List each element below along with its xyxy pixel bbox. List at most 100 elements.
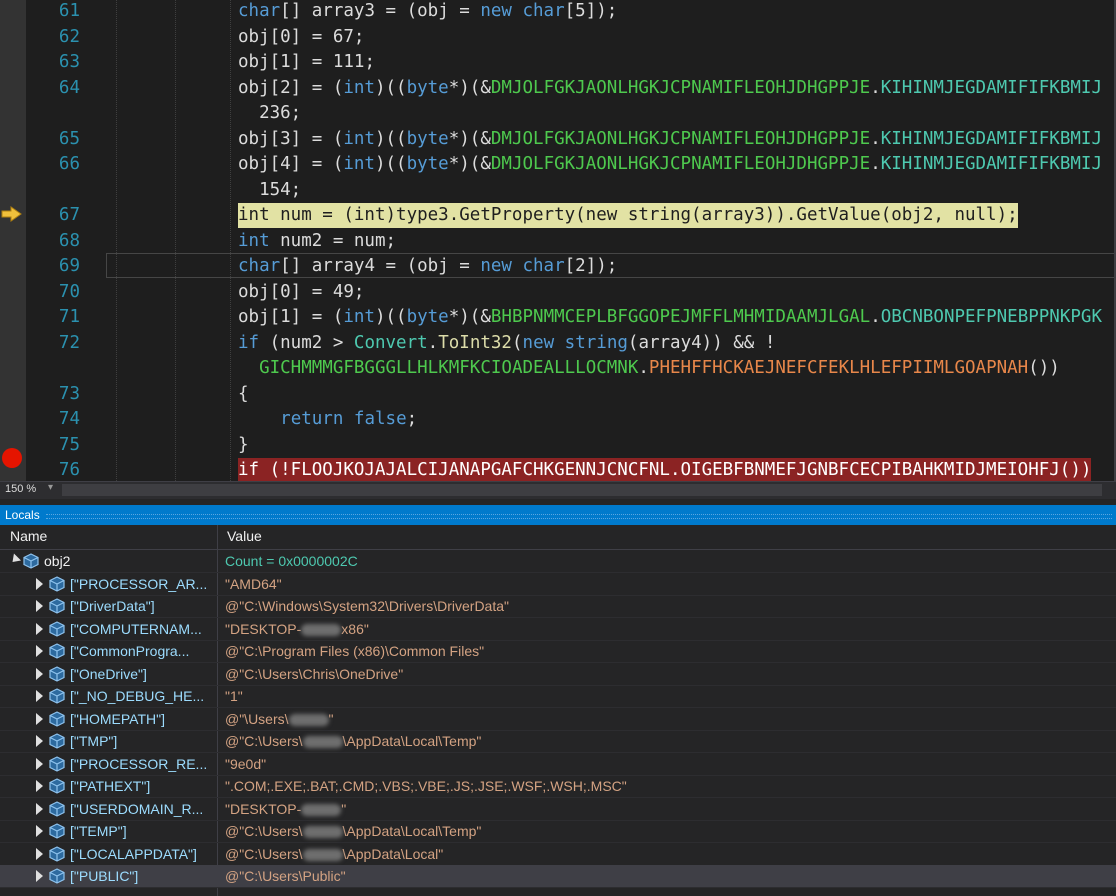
code-line[interactable]: 236; <box>238 101 301 126</box>
line-number <box>26 178 80 203</box>
code-line[interactable]: } <box>238 433 249 458</box>
variable-value[interactable]: Count = 0x0000002C <box>225 553 358 569</box>
code-line[interactable]: if (num2 > Convert.ToInt32(new string(ar… <box>238 331 775 356</box>
code-line[interactable]: char[] array4 = (obj = new char[2]); <box>238 254 617 279</box>
code-editor[interactable]: char[] array3 = (obj = new char[5]); obj[… <box>0 0 1116 481</box>
code-line[interactable]: { <box>238 382 249 407</box>
object-icon <box>49 665 65 682</box>
horizontal-scrollbar[interactable] <box>62 484 1102 496</box>
code-token: char <box>238 1 281 21</box>
indent-guide <box>175 0 176 481</box>
object-icon <box>49 778 65 794</box>
expand-arrow-icon[interactable] <box>36 690 43 702</box>
variable-value[interactable]: @"C:\Program Files (x86)\Common Files" <box>225 643 484 659</box>
locals-row[interactable]: ["PROCESSOR_RE... "9e0d" <box>0 753 1116 776</box>
code-token: obj[2] = ( <box>238 77 344 98</box>
indent-guide <box>116 0 117 481</box>
code-token: obj[1] = ( <box>238 307 344 327</box>
variable-value[interactable]: "9e0d" <box>225 756 266 772</box>
code-line[interactable]: char[] array3 = (obj = new char[5]); <box>238 0 617 24</box>
variable-value[interactable]: @"\Users\ " <box>225 711 334 727</box>
code-token: new <box>480 256 512 276</box>
variable-name: ["DriverData"] <box>70 598 155 614</box>
variable-value[interactable]: "DESKTOP- " <box>225 801 346 817</box>
variable-value[interactable]: "AMD64" <box>225 576 282 592</box>
expand-arrow-icon[interactable] <box>36 600 43 612</box>
code-line[interactable]: obj[0] = 49; <box>238 280 364 305</box>
code-token: . <box>427 332 439 353</box>
variable-value[interactable]: @"C:\Users\Public" <box>225 868 346 884</box>
locals-row[interactable]: ["PATHEXT"] ".COM;.EXE;.BAT;.CMD;.VBS;.VB… <box>0 775 1116 798</box>
code-line[interactable]: return false; <box>238 407 417 432</box>
variable-value[interactable]: "1" <box>225 688 243 704</box>
editor-status-bar: 150 % ▾ <box>0 481 1116 499</box>
locals-row[interactable]: ["TMP"] @"C:\Users\ \AppData\Local\Temp" <box>0 730 1116 753</box>
locals-title-bar[interactable]: Locals <box>0 505 1116 525</box>
line-number <box>26 356 80 381</box>
zoom-level[interactable]: 150 % <box>5 483 36 495</box>
expand-arrow-icon[interactable] <box>36 870 43 882</box>
locals-row[interactable]: ["OneDrive"] @"C:\Users\Chris\OneDrive" <box>0 663 1116 686</box>
code-token: PHEHFFHCKAEJNEFCFEKLHLEFPIIMLGOAPNAH <box>648 358 1029 378</box>
locals-row[interactable]: ["LOCALAPPDATA"] @"C:\Users\ \AppData\Loca… <box>0 843 1116 866</box>
locals-row[interactable]: ["PROCESSOR_AR... "AMD64" <box>0 573 1116 596</box>
expand-arrow-icon[interactable] <box>36 847 43 860</box>
code-line[interactable]: obj[4] = (int)((byte*)(&DMJOLFGKJAONLHGK… <box>238 152 1102 177</box>
expand-arrow-icon[interactable] <box>36 757 43 770</box>
name-column-header[interactable]: Name <box>10 528 47 544</box>
indicator-margin[interactable] <box>0 0 26 481</box>
code-line[interactable]: obj[2] = (int)((byte*)(&DMJOLFGKJAONLHGK… <box>238 76 1102 101</box>
value-column-header[interactable]: Value <box>227 528 262 544</box>
object-icon <box>49 575 65 592</box>
expand-arrow-icon[interactable] <box>36 780 43 792</box>
code-line[interactable]: if (!FLOOJKOJAJALCIJANAPGAFCHKGENNJCNCFN… <box>238 458 1092 481</box>
line-number: 61 <box>58 1 80 21</box>
code-line[interactable]: obj[1] = (int)((byte*)(&BHBPNMMCEPLBFGGO… <box>238 305 1102 330</box>
expand-arrow-icon[interactable] <box>36 645 43 657</box>
code-line[interactable]: int num = (int)type3.GetProperty(new str… <box>238 203 1018 228</box>
code-token: obj[0] = 49; <box>238 281 365 302</box>
locals-row[interactable]: ["HOMEPATH"] @"\Users\ " <box>0 708 1116 731</box>
expand-arrow-icon[interactable] <box>36 825 43 837</box>
expand-arrow-icon[interactable] <box>36 802 43 815</box>
variable-name: obj2 <box>44 553 71 569</box>
zoom-dropdown-icon[interactable]: ▾ <box>48 482 53 493</box>
locals-row[interactable]: ["COMPUTERNAM... "DESKTOP-x86" <box>0 618 1116 641</box>
line-number: 68 <box>58 230 80 251</box>
code-line[interactable]: GICHMMMGFBGGGLLHLKMFKCIOADEALLLOCMNK.PHE… <box>238 356 1060 381</box>
code-token: )(( <box>374 307 407 327</box>
redacted-text <box>302 826 343 839</box>
code-line[interactable]: obj[1] = 111; <box>238 50 375 75</box>
code-token: obj[0] = <box>238 26 333 47</box>
line-number: 63 <box>58 52 80 72</box>
expand-arrow-icon[interactable] <box>36 667 43 680</box>
code-line[interactable]: 154; <box>238 178 301 203</box>
expand-arrow-icon[interactable] <box>36 577 43 590</box>
variable-value[interactable]: @"C:\Users\Chris\OneDrive" <box>225 666 403 682</box>
collapse-arrow-icon[interactable] <box>8 553 22 566</box>
line-number: 62 <box>58 26 80 47</box>
variable-value[interactable]: ".COM;.EXE;.BAT;.CMD;.VBS;.VBE;.JS;.JSE;… <box>225 778 627 794</box>
line-number: 70 <box>58 281 80 302</box>
variable-value[interactable]: @"C:\Windows\System32\Drivers\DriverData… <box>225 598 509 614</box>
locals-row[interactable]: ["USERDOMAIN_R... "DESKTOP- " <box>0 798 1116 821</box>
locals-row[interactable]: ["TEMP"] @"C:\Users\ \AppData\Local\Temp" <box>0 820 1116 843</box>
locals-row[interactable]: ["CommonProgra... @"C:\Program Files (x86… <box>0 640 1116 663</box>
code-line[interactable]: int num2 = num; <box>238 229 396 254</box>
variable-value[interactable]: @"C:\Users\ \AppData\Local\Temp" <box>225 823 481 839</box>
expand-arrow-icon[interactable] <box>36 622 43 635</box>
locals-row[interactable]: ["PUBLIC"] @"C:\Users\Public" <box>0 865 1116 888</box>
variable-value[interactable]: "DESKTOP-x86" <box>225 621 369 637</box>
expand-arrow-icon[interactable] <box>36 712 43 725</box>
expand-arrow-icon[interactable] <box>36 735 43 747</box>
code-token: ToInt32 <box>438 332 512 353</box>
code-line[interactable]: obj[3] = (int)((byte*)(&DMJOLFGKJAONLHGK… <box>238 127 1102 152</box>
variable-value[interactable]: @"C:\Users\ \AppData\Local" <box>225 846 443 862</box>
variable-value[interactable]: @"C:\Users\ \AppData\Local\Temp" <box>225 733 481 749</box>
locals-row[interactable]: ["DriverData"] @"C:\Windows\System32\Driv… <box>0 595 1116 618</box>
breakpoint-icon[interactable] <box>2 448 22 468</box>
locals-row[interactable]: ["_NO_DEBUG_HE... "1" <box>0 685 1116 708</box>
locals-row[interactable]: obj2 Count = 0x0000002C <box>0 550 1116 573</box>
code-line[interactable]: obj[0] = 67; <box>238 25 364 50</box>
